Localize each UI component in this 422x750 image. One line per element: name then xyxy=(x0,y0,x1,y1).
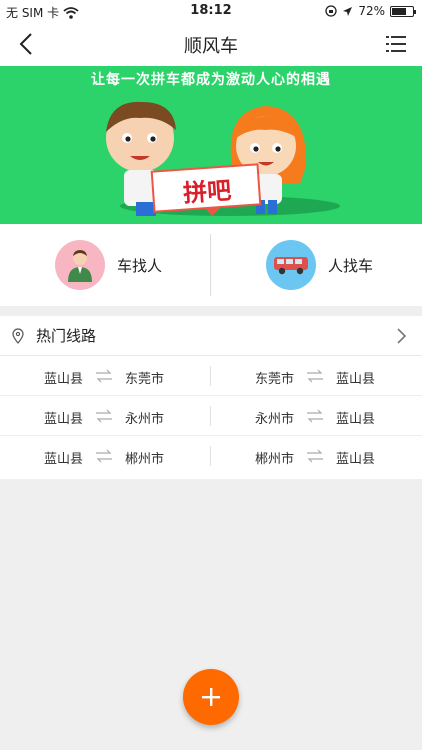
banner-slogan: 让每一次拼车都成为激动人心的相遇 xyxy=(91,72,331,88)
sign-text: 拼吧 xyxy=(182,176,233,208)
nav-bar: 顺风车 xyxy=(0,22,422,66)
menu-button[interactable] xyxy=(384,32,408,56)
route-from: 郴州市 xyxy=(255,452,295,467)
location-pin-icon xyxy=(12,327,24,344)
route-from: 东莞市 xyxy=(255,372,295,387)
route-to: 蓝山县 xyxy=(336,452,376,467)
driver-seeking-passenger-button[interactable]: 车找人 xyxy=(0,224,211,306)
page-title: 顺风车 xyxy=(184,36,238,57)
promo-banner[interactable]: 让每一次拼车都成为激动人心的相遇 拼吧 xyxy=(0,66,422,224)
exchange-icon xyxy=(96,449,112,463)
route-row: 蓝山县 东莞市 东莞市 蓝山县 xyxy=(0,356,422,396)
route-from: 蓝山县 xyxy=(44,412,84,427)
hot-routes-card: 热门线路 蓝山县 东莞市 东莞市 蓝山县 蓝山县 永州市 永州市 蓝山县 蓝山县… xyxy=(0,316,422,479)
status-right: 72% xyxy=(325,4,416,18)
route-to: 东莞市 xyxy=(125,372,165,387)
location-arrow-icon xyxy=(343,6,353,16)
hot-routes-title: 热门线路 xyxy=(36,327,97,345)
ride-mode-row: 车找人 人找车 xyxy=(0,224,422,306)
route-item[interactable]: 郴州市 蓝山县 xyxy=(211,436,422,476)
list-icon xyxy=(386,36,406,52)
mode-label-driver: 车找人 xyxy=(117,256,163,275)
route-row: 蓝山县 永州市 永州市 蓝山县 xyxy=(0,396,422,436)
exchange-icon xyxy=(96,369,112,383)
exchange-icon xyxy=(96,409,112,423)
battery-fill xyxy=(392,7,407,15)
chevron-right-icon xyxy=(397,328,407,344)
route-item[interactable]: 东莞市 蓝山县 xyxy=(211,356,422,396)
hot-routes-header[interactable]: 热门线路 xyxy=(0,316,422,356)
passenger-seeking-car-button[interactable]: 人找车 xyxy=(211,224,422,306)
route-item[interactable]: 永州市 蓝山县 xyxy=(211,396,422,436)
exchange-icon xyxy=(307,409,323,423)
route-item[interactable]: 蓝山县 郴州市 xyxy=(0,436,211,476)
mode-label-passenger: 人找车 xyxy=(328,256,374,275)
person-icon xyxy=(68,250,92,282)
route-item[interactable]: 蓝山县 东莞市 xyxy=(0,356,211,396)
route-to: 郴州市 xyxy=(125,452,165,467)
route-item[interactable]: 蓝山县 永州市 xyxy=(0,396,211,436)
exchange-icon xyxy=(307,369,323,383)
battery-percent: 72% xyxy=(358,4,385,18)
exchange-icon xyxy=(307,449,323,463)
mode-icon-circle xyxy=(266,240,316,290)
status-bar: 无 SIM 卡 18:12 72% xyxy=(0,0,422,22)
route-to: 蓝山县 xyxy=(336,412,376,427)
route-from: 永州市 xyxy=(255,412,295,427)
battery-icon xyxy=(390,5,416,17)
route-from: 蓝山县 xyxy=(44,452,84,467)
orientation-lock-icon xyxy=(325,5,337,17)
plus-icon xyxy=(202,688,220,706)
mode-icon-circle xyxy=(55,240,105,290)
route-row: 蓝山县 郴州市 郴州市 蓝山县 xyxy=(0,436,422,476)
add-trip-button[interactable] xyxy=(183,669,239,725)
route-from: 蓝山县 xyxy=(44,372,84,387)
route-to: 蓝山县 xyxy=(336,372,376,387)
van-icon xyxy=(274,257,308,275)
route-to: 永州市 xyxy=(125,412,165,427)
